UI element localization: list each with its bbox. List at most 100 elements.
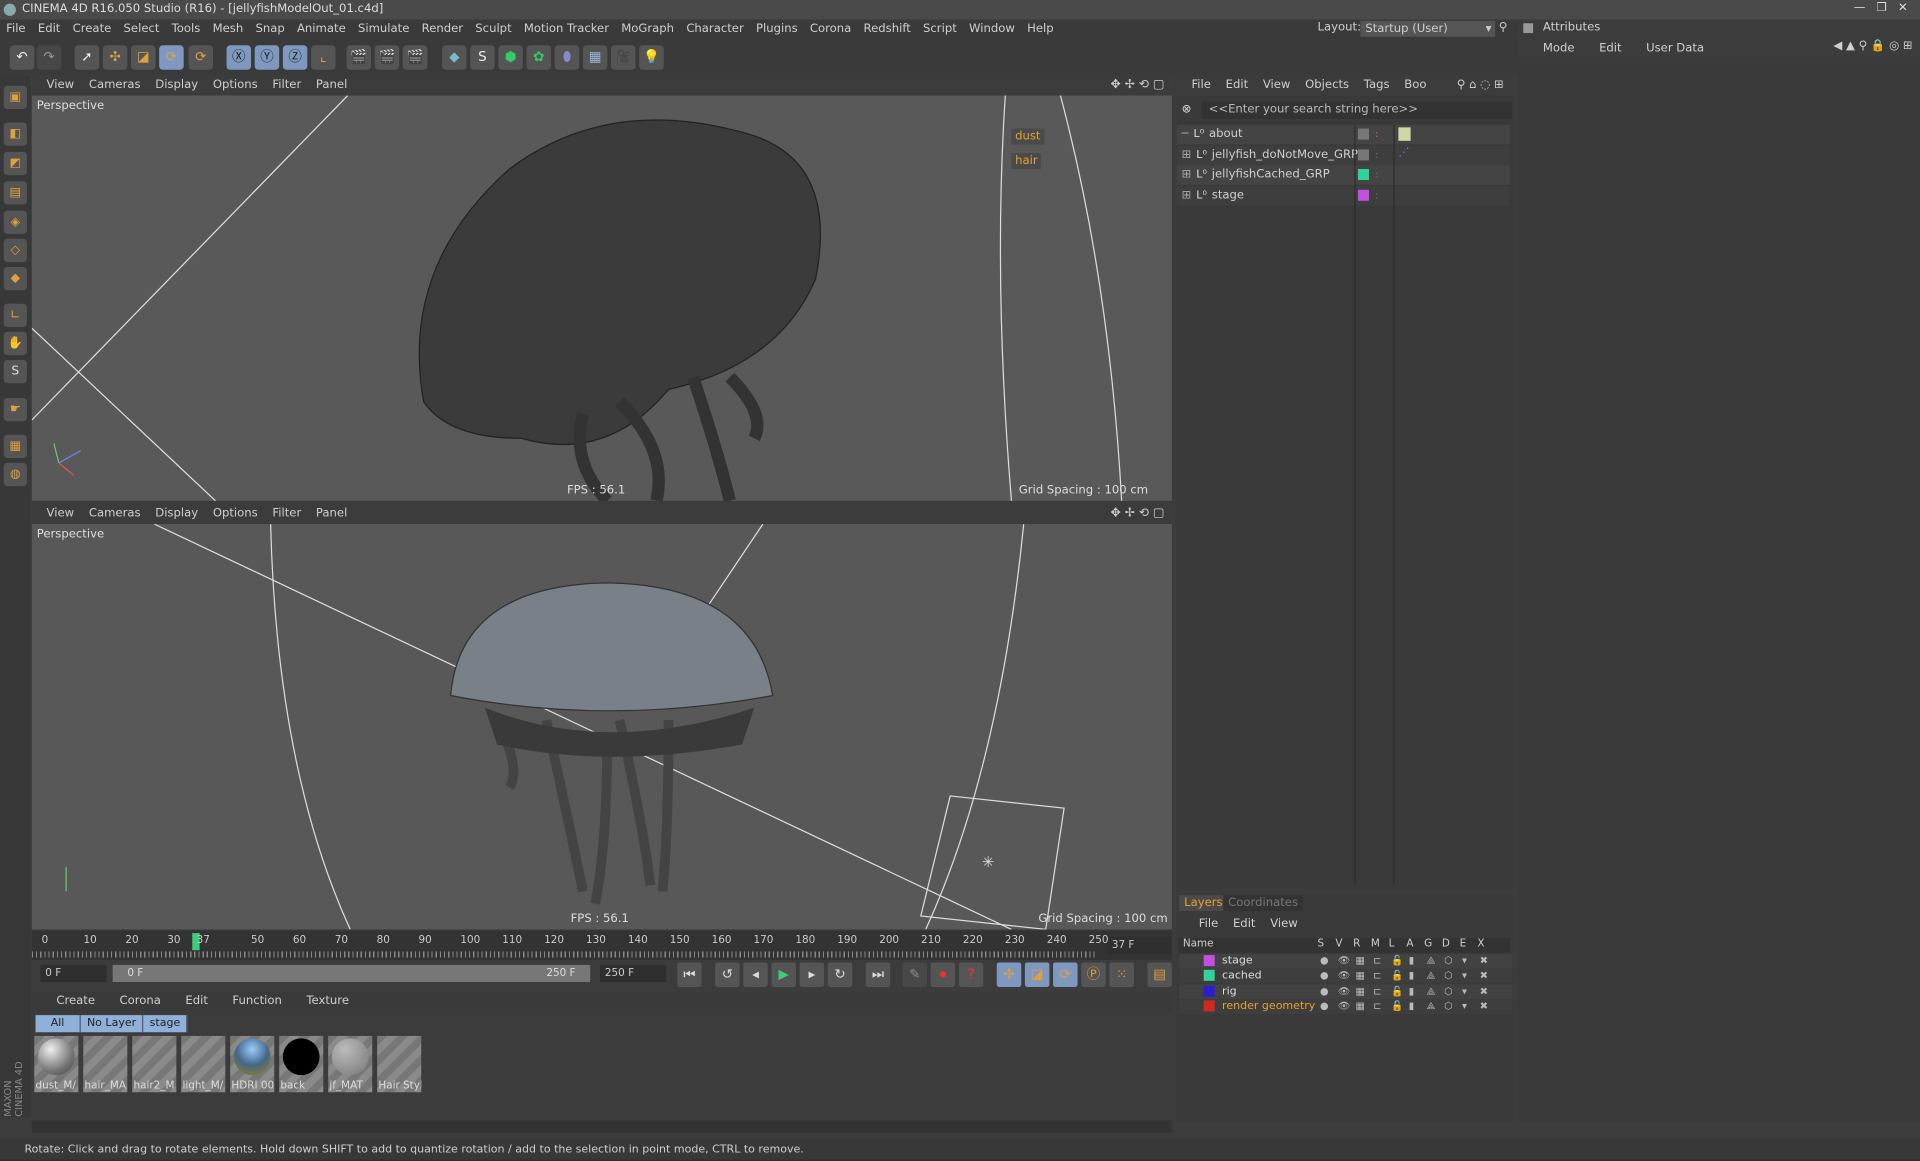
menu-script[interactable]: Script (923, 22, 957, 35)
floor-icon[interactable]: ▦ (582, 45, 608, 70)
material-menu-texture[interactable]: Texture (306, 994, 349, 1007)
layer-toggle-x-icon[interactable]: ✖ (1480, 969, 1488, 984)
recent-tool-icon[interactable]: ⟳ (188, 45, 214, 70)
menu-mograph[interactable]: MoGraph (621, 22, 674, 35)
layer-toggle-l-icon[interactable]: 🔓 (1391, 969, 1403, 984)
layer-toggle-v-icon[interactable]: 👁 (1338, 954, 1350, 969)
x-axis-button[interactable]: Ⓧ (226, 45, 252, 70)
make-editable-icon[interactable]: ▣ (3, 85, 27, 109)
layer-toggle-x-icon[interactable]: ✖ (1480, 999, 1488, 1014)
om-menu-tags[interactable]: Tags (1364, 78, 1390, 91)
previous-frame-button[interactable]: ◂ (743, 962, 768, 987)
layer-toggle-d-icon[interactable]: ⬡ (1444, 954, 1453, 969)
layer-row[interactable]: cached ● 👁 ▦ ⊏ 🔓 ▮ ⟁ ⬡ ▾ ✖ (1179, 968, 1513, 984)
layer-toggle-e-icon[interactable]: ▾ (1462, 984, 1467, 999)
menu-render[interactable]: Render (422, 22, 463, 35)
menu-create[interactable]: Create (73, 22, 112, 35)
end-frame-field[interactable]: 250 F (600, 964, 667, 983)
edges-mode-icon[interactable]: ◇ (3, 238, 27, 263)
layer-toggle-m-icon[interactable]: ⊏ (1373, 999, 1381, 1014)
layer-name[interactable]: rig (1222, 985, 1237, 997)
visibility-dots-icon[interactable]: : (1375, 165, 1378, 185)
expand-icon[interactable]: ⊞ (1182, 148, 1192, 161)
material-menu-edit[interactable]: Edit (185, 994, 208, 1007)
viewport-menu-cameras[interactable]: Cameras (89, 78, 141, 91)
layer-toggle-e-icon[interactable]: ▾ (1462, 969, 1467, 984)
layer-toggle-e-icon[interactable]: ▾ (1462, 954, 1467, 969)
menu-tools[interactable]: Tools (172, 22, 201, 35)
layer-name[interactable]: render geometry (1222, 1000, 1315, 1012)
render-picture-viewer-icon[interactable]: 🎬 (374, 45, 400, 70)
material-thumbnail[interactable]: dust_M/ (34, 1035, 79, 1093)
material-thumbnail[interactable]: Hair Styl (377, 1035, 422, 1093)
viewport-menu-display[interactable]: Display (155, 507, 198, 520)
object-manager-tool-icons[interactable]: ⚲ ⌂ ◌ ⊞ (1457, 78, 1504, 91)
viewport-nav-icons[interactable]: ✥ ✢ ⟲ ▢ (1110, 507, 1164, 520)
viewport-menu-options[interactable]: Options (213, 507, 258, 520)
attributes-menu-edit[interactable]: Edit (1599, 42, 1622, 55)
viewport-menu-filter[interactable]: Filter (272, 78, 301, 91)
attributes-menu-mode[interactable]: Mode (1543, 42, 1575, 55)
attributes-menu-user-data[interactable]: User Data (1646, 42, 1704, 55)
material-menu-function[interactable]: Function (232, 994, 281, 1007)
snap-icon[interactable]: S (3, 360, 27, 384)
layer-toggle-r-icon[interactable]: ▦ (1356, 984, 1365, 999)
layer-toggle-v-icon[interactable]: 👁 (1338, 999, 1350, 1014)
deformer-icon[interactable]: ⬮ (554, 45, 580, 70)
polygons-mode-icon[interactable]: ◆ (3, 266, 27, 291)
menu-motion-tracker[interactable]: Motion Tracker (524, 22, 609, 35)
layer-color-swatch[interactable] (1203, 955, 1215, 967)
viewport-menu-filter[interactable]: Filter (272, 507, 301, 520)
nurbs-icon[interactable]: ⬢ (498, 45, 523, 70)
menu-animate[interactable]: Animate (297, 22, 346, 35)
coordinate-system-icon[interactable]: ⌞ (311, 45, 336, 70)
layer-menu-edit[interactable]: Edit (1233, 917, 1256, 930)
material-menu-corona[interactable]: Corona (119, 994, 160, 1007)
current-frame-field[interactable]: 37 F (1106, 936, 1171, 954)
key-rotation-button[interactable]: ⟳ (1053, 962, 1078, 987)
column-v[interactable]: V (1335, 938, 1342, 950)
column-s[interactable]: S (1318, 938, 1325, 950)
key-scale-button[interactable]: ◪ (1024, 962, 1050, 987)
layer-toggle-m-icon[interactable]: ⊏ (1373, 954, 1381, 969)
attributes-nav-icons[interactable]: ◀ ▲ ⚲ 🔒 ◎ ⊞ (1833, 39, 1912, 52)
undo-button[interactable]: ↶ (9, 45, 35, 70)
menu-character[interactable]: Character (686, 22, 743, 35)
layer-toggle-s-icon[interactable]: ● (1320, 954, 1329, 969)
key-pla-button[interactable]: ⁙ (1109, 962, 1134, 987)
layer-toggle-l-icon[interactable]: 🔓 (1391, 984, 1403, 999)
layer-color-swatch[interactable] (1203, 970, 1215, 982)
om-menu-file[interactable]: File (1191, 78, 1210, 91)
material-thumbnail[interactable]: back (279, 1035, 324, 1093)
tweak-icon[interactable]: ✋ (3, 331, 27, 356)
layer-color-swatch[interactable] (1357, 128, 1369, 140)
object-search-input[interactable]: <<Enter your search string here>> (1201, 101, 1513, 119)
object-name[interactable]: stage (1212, 188, 1244, 201)
layer-name[interactable]: stage (1222, 955, 1253, 967)
layer-toggle-v-icon[interactable]: 👁 (1338, 984, 1350, 999)
key-position-button[interactable]: ✣ (996, 962, 1022, 987)
scale-tool-icon[interactable]: ◪ (131, 45, 156, 70)
layer-toggle-x-icon[interactable]: ✖ (1480, 984, 1488, 999)
material-thumbnail[interactable]: HDRI 00 (230, 1035, 275, 1093)
lock-workplane-icon[interactable]: ☛ (3, 397, 27, 422)
viewport-menu-panel[interactable]: Panel (316, 78, 347, 91)
layer-row[interactable]: stage ● 👁 ▦ ⊏ 🔓 ▮ ⟁ ⬡ ▾ ✖ (1179, 953, 1513, 969)
axis-mode-icon[interactable]: ∟ (3, 303, 27, 327)
layer-toggle-r-icon[interactable]: ▦ (1356, 969, 1365, 984)
column-r[interactable]: R (1353, 938, 1360, 950)
panel-resize-handle[interactable] (31, 1120, 1172, 1133)
object-row[interactable]: ⊞ L⁰ jellyfish_doNotMove_GRP: (1176, 145, 1510, 165)
om-menu-objects[interactable]: Objects (1305, 78, 1349, 91)
layer-toggle-s-icon[interactable]: ● (1320, 969, 1329, 984)
material-menu-create[interactable]: Create (56, 994, 95, 1007)
layer-color-swatch[interactable] (1357, 148, 1369, 160)
menu-edit[interactable]: Edit (38, 22, 61, 35)
material-thumbnail[interactable]: jf_MAT (328, 1035, 373, 1093)
light-icon[interactable]: 💡 (639, 45, 664, 70)
autokey-button[interactable]: ⏺ (930, 962, 956, 987)
column-e[interactable]: E (1460, 938, 1467, 950)
column-l[interactable]: L (1389, 938, 1395, 950)
menu-select[interactable]: Select (124, 22, 160, 35)
grid-icon[interactable]: ▦ (3, 434, 27, 458)
